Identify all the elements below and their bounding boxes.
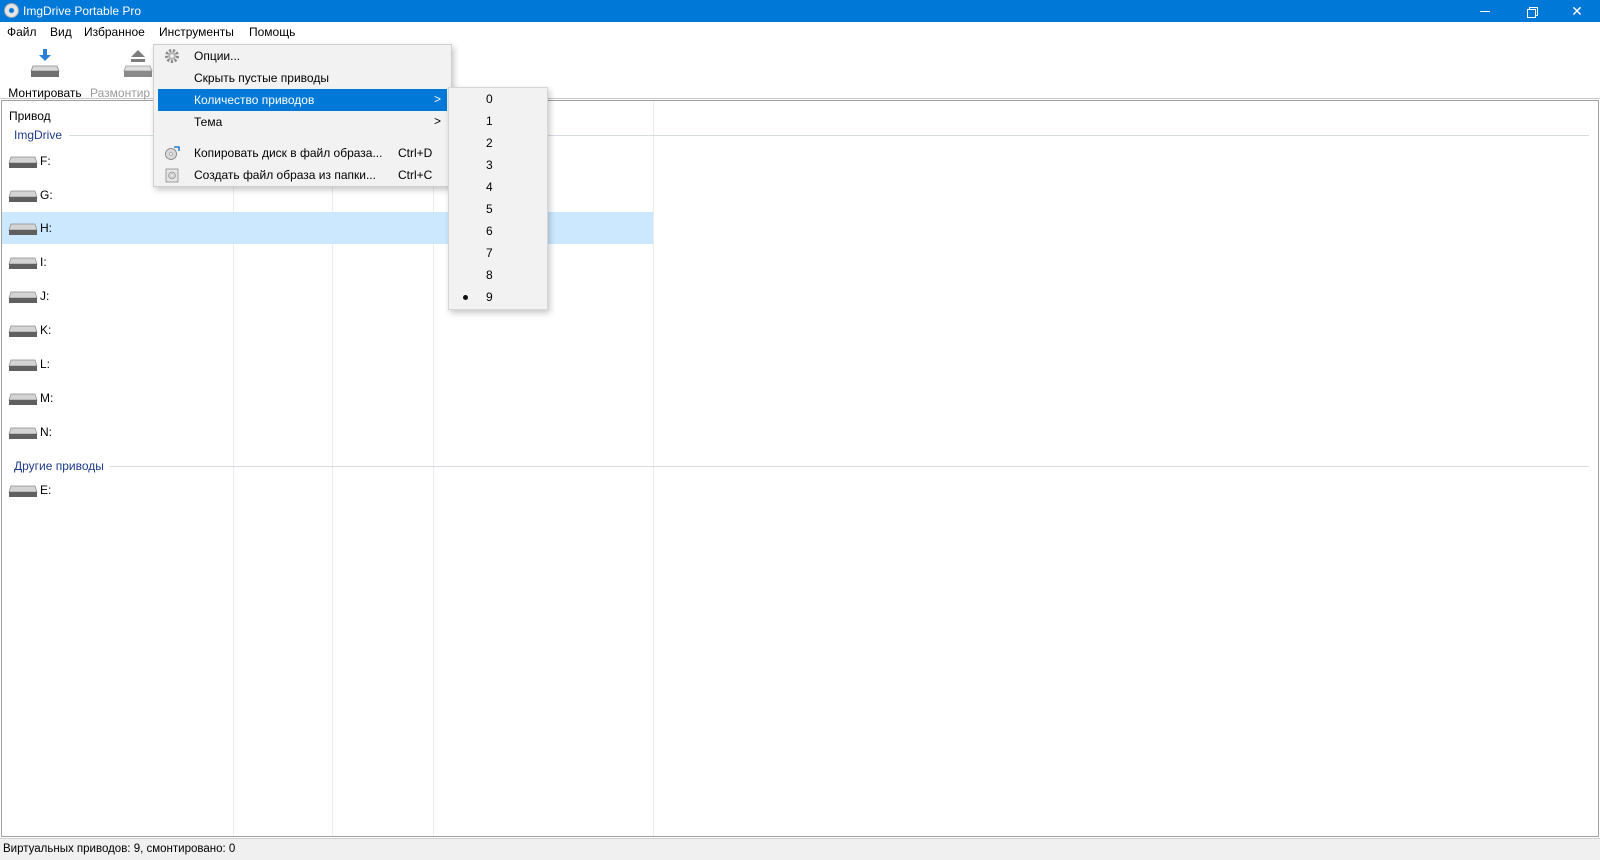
- drive-count-option-5[interactable]: 5: [449, 198, 547, 220]
- menu-item-label: Создать файл образа из папки...: [194, 168, 376, 182]
- drive-letter: N:: [40, 425, 52, 439]
- drive-letter: F:: [40, 154, 51, 168]
- menu-tools[interactable]: Инструменты: [159, 25, 234, 39]
- drive-row-i[interactable]: I:: [2, 246, 653, 278]
- drive-count-option-8[interactable]: 8: [449, 264, 547, 286]
- drive-list[interactable]: Привод ImgDrive F: G: H: I: J: K: L: M: …: [1, 100, 1599, 837]
- status-bar: Виртуальных приводов: 9, смонтировано: 0: [0, 838, 1600, 860]
- option-label: 5: [486, 202, 493, 216]
- menu-file[interactable]: Файл: [7, 25, 37, 39]
- menu-item-label: Опции...: [194, 49, 241, 63]
- drive-icon: [8, 393, 38, 405]
- menu-view[interactable]: Вид: [50, 25, 72, 39]
- create-image-icon: [165, 168, 179, 183]
- menu-item-label: Копировать диск в файл образа...: [194, 146, 383, 160]
- menu-item-copy-disc-to-image[interactable]: Копировать диск в файл образа... Ctrl+D: [158, 142, 447, 164]
- option-label: 3: [486, 158, 493, 172]
- drive-letter: H:: [40, 221, 52, 235]
- drive-icon: [8, 325, 38, 337]
- mount-label: Монтировать: [8, 86, 82, 100]
- drive-row-h[interactable]: H:: [2, 212, 653, 244]
- group-divider: [110, 466, 1589, 467]
- gear-icon: [165, 49, 179, 63]
- drive-letter: M:: [40, 391, 54, 405]
- menu-item-options[interactable]: Опции...: [158, 45, 447, 67]
- app-window: ImgDrive Portable Pro ✕ Файл Вид Избранн…: [0, 0, 1600, 860]
- mount-button[interactable]: Монтировать: [5, 48, 85, 100]
- drive-letter: K:: [40, 323, 52, 337]
- drive-count-option-3[interactable]: 3: [449, 154, 547, 176]
- menu-item-label: Тема: [194, 115, 223, 129]
- menu-item-theme[interactable]: Тема >: [158, 111, 447, 133]
- mount-icon: [29, 48, 61, 80]
- menu-bar: Файл Вид Избранное Инструменты Помощь: [0, 22, 1600, 42]
- menu-favorites[interactable]: Избранное: [84, 25, 145, 39]
- drive-count-submenu: 0 1 2 3 4 5 6 7 8 9: [448, 87, 548, 310]
- option-label: 8: [486, 268, 493, 282]
- drive-row-k[interactable]: K:: [2, 314, 653, 346]
- drive-icon: [8, 427, 38, 439]
- drive-row-l[interactable]: L:: [2, 348, 653, 380]
- drive-letter: I:: [40, 255, 47, 269]
- menu-item-shortcut: Ctrl+D: [398, 146, 433, 160]
- window-title: ImgDrive Portable Pro: [23, 4, 142, 18]
- drive-count-option-1[interactable]: 1: [449, 110, 547, 132]
- drive-count-option-0[interactable]: 0: [449, 88, 547, 110]
- drive-letter: E:: [40, 483, 52, 497]
- drive-row-n[interactable]: N:: [2, 416, 653, 448]
- option-label: 6: [486, 224, 493, 238]
- drive-icon: [8, 190, 38, 202]
- drive-icon: [8, 257, 38, 269]
- option-label: 1: [486, 114, 493, 128]
- drive-letter: L:: [40, 357, 51, 371]
- drive-row-j[interactable]: J:: [2, 280, 653, 312]
- menu-item-shortcut: Ctrl+C: [398, 168, 433, 182]
- menu-item-hide-empty-drives[interactable]: Скрыть пустые приводы: [158, 67, 447, 89]
- close-icon: ✕: [1571, 2, 1583, 19]
- menu-item-create-image-from-folder[interactable]: Создать файл образа из папки... Ctrl+C: [158, 164, 447, 186]
- radio-bullet-icon: [463, 295, 468, 300]
- option-label: 7: [486, 246, 493, 260]
- drive-icon: [8, 291, 38, 303]
- tools-menu: Опции... Скрыть пустые приводы Количеств…: [153, 44, 452, 187]
- eject-icon: [122, 48, 154, 80]
- drive-letter: G:: [40, 188, 53, 202]
- drive-icon: [8, 156, 38, 168]
- drive-row-e[interactable]: E:: [2, 474, 653, 506]
- drive-count-option-9[interactable]: 9: [449, 286, 547, 308]
- drive-icon: [8, 485, 38, 497]
- menu-item-drive-count[interactable]: Количество приводов >: [158, 89, 447, 111]
- drive-count-option-6[interactable]: 6: [449, 220, 547, 242]
- column-header-drive[interactable]: Привод: [9, 109, 51, 123]
- column-divider: [653, 101, 654, 836]
- submenu-arrow-icon: >: [434, 92, 442, 106]
- option-label: 9: [486, 290, 493, 304]
- drive-count-option-4[interactable]: 4: [449, 176, 547, 198]
- submenu-arrow-icon: >: [434, 114, 442, 128]
- menu-item-label: Скрыть пустые приводы: [194, 71, 329, 85]
- drive-icon: [8, 223, 38, 235]
- restore-icon: [1526, 6, 1538, 18]
- status-text: Виртуальных приводов: 9, смонтировано: 0: [3, 843, 236, 855]
- drive-count-option-2[interactable]: 2: [449, 132, 547, 154]
- drive-letter: J:: [40, 289, 50, 303]
- option-label: 4: [486, 180, 493, 194]
- option-label: 2: [486, 136, 493, 150]
- menu-help[interactable]: Помощь: [249, 25, 295, 39]
- title-bar: ImgDrive Portable Pro ✕: [0, 0, 1600, 22]
- minimize-button[interactable]: [1462, 0, 1508, 22]
- group-header-other-drives: Другие приводы: [14, 459, 104, 473]
- menu-item-label: Количество приводов: [194, 93, 315, 107]
- copy-disc-icon: [165, 146, 180, 160]
- drive-icon: [8, 359, 38, 371]
- close-button[interactable]: ✕: [1554, 0, 1600, 22]
- drive-count-option-7[interactable]: 7: [449, 242, 547, 264]
- restore-button[interactable]: [1508, 0, 1554, 22]
- app-disc-icon: [4, 3, 19, 18]
- minimize-icon: [1480, 10, 1490, 12]
- drive-row-m[interactable]: M:: [2, 382, 653, 414]
- group-header-imgdrive: ImgDrive: [14, 128, 63, 142]
- option-label: 0: [486, 92, 493, 106]
